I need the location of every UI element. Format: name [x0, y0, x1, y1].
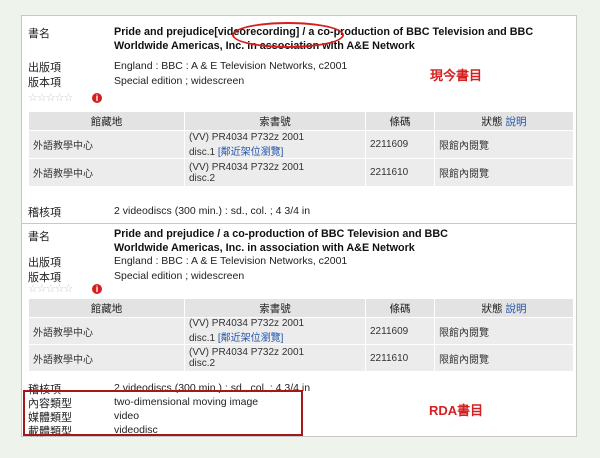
physical-desc-label: 稽核項: [28, 207, 61, 219]
col-barcode: 條碼: [366, 112, 434, 130]
title-label: 書名: [28, 231, 50, 243]
edition-value: Special edition ; widescreen: [114, 270, 245, 282]
publication-value: England : BBC : A & E Television Network…: [114, 255, 348, 267]
col-call-number: 索書號: [185, 112, 365, 130]
publication-label: 出版項: [28, 62, 61, 74]
gmd-highlight-oval: [232, 22, 344, 48]
table-row: 外語教學中心 (VV) PR4034 P732z 2001 disc.2 2211…: [29, 345, 573, 371]
physical-desc-value: 2 videodiscs (300 min.) : sd., col. ; 4 …: [114, 205, 311, 217]
shelf-browse-link[interactable]: [鄰近架位瀏覽]: [218, 147, 284, 158]
current-record-annotation: 現今書目: [430, 68, 483, 83]
col-location: 館藏地: [29, 299, 184, 317]
record-title: Pride and prejudice / a co-production of…: [114, 228, 448, 254]
help-link[interactable]: 說明: [505, 303, 526, 315]
rating-star-icon[interactable]: ☆☆☆☆☆: [28, 91, 73, 104]
rda-record-annotation: RDA書目: [429, 403, 484, 418]
publication-value: England : BBC : A & E Television Network…: [114, 60, 348, 72]
col-status: 狀態 說明: [435, 299, 573, 317]
table-row: 外語教學中心 (VV) PR4034 P732z 2001 disc.2 2211…: [29, 159, 573, 186]
help-link[interactable]: 說明: [505, 116, 526, 128]
col-location: 館藏地: [29, 112, 184, 130]
shelf-browse-link[interactable]: [鄰近架位瀏覽]: [218, 333, 284, 344]
info-icon[interactable]: i: [92, 93, 102, 103]
col-call-number: 索書號: [185, 299, 365, 317]
col-barcode: 條碼: [366, 299, 434, 317]
holdings-table: 館藏地 索書號 條碼 狀態 說明 外語教學中心 (VV) PR4034 P732…: [28, 111, 574, 187]
col-status: 狀態 說明: [435, 112, 573, 130]
table-row: 外語教學中心 (VV) PR4034 P732z 2001 disc.1 [鄰近架…: [29, 318, 573, 344]
table-row: 外語教學中心 (VV) PR4034 P732z 2001 disc.1 [鄰近架…: [29, 131, 573, 158]
title-label: 書名: [28, 28, 50, 40]
info-icon[interactable]: i: [92, 284, 102, 294]
holdings-table: 館藏地 索書號 條碼 狀態 說明 外語教學中心 (VV) PR4034 P732…: [28, 298, 574, 372]
edition-label: 版本項: [28, 77, 61, 89]
rda-fields-box: [23, 390, 303, 436]
edition-value: Special edition ; widescreen: [114, 75, 245, 87]
rating-star-icon[interactable]: ☆☆☆☆☆: [28, 282, 73, 295]
publication-label: 出版項: [28, 257, 61, 269]
